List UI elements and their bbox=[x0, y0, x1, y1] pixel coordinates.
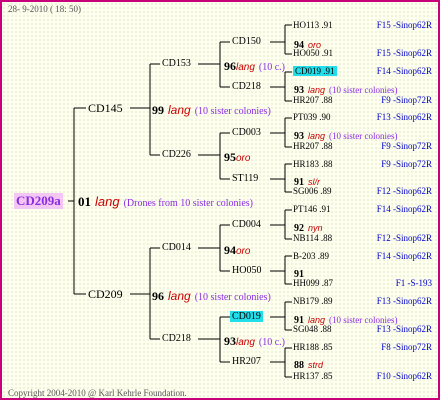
queen-hr207[interactable]: HR207 bbox=[232, 356, 261, 367]
gen4-queen[interactable]: CD019 .91 bbox=[293, 66, 337, 76]
cd218-race: lang bbox=[236, 337, 255, 348]
copyright-footer: Copyright 2004-2010 @ Karl Kehrle Founda… bbox=[8, 388, 187, 398]
cd153-race: lang bbox=[236, 62, 255, 73]
pedigree-frame: 28- 9-2010 ( 18: 50) Copyright 2004-2010… bbox=[0, 0, 440, 400]
gen4-reference[interactable]: F10 -Sinop62R bbox=[352, 371, 432, 381]
queen-cd145[interactable]: CD145 bbox=[88, 101, 123, 116]
gen4-reference[interactable]: F14 -Sinop62R bbox=[352, 204, 432, 214]
root-year: 01 bbox=[78, 194, 91, 209]
cd145-note: (10 sister colonies) bbox=[194, 106, 271, 117]
cd145-year: 99 bbox=[152, 103, 164, 117]
cd153-year: 96 bbox=[224, 59, 236, 73]
root-race: lang bbox=[95, 194, 120, 209]
queen-cd014[interactable]: CD014 bbox=[162, 242, 191, 253]
gen4-reference[interactable]: F15 -Sinop62R bbox=[352, 48, 432, 58]
queen-cd209[interactable]: CD209 bbox=[88, 287, 123, 302]
cd209-race: lang bbox=[168, 289, 191, 303]
gen4-queen[interactable]: HH099 .87 bbox=[293, 278, 333, 288]
queen-cd019[interactable]: CD019 bbox=[230, 311, 263, 322]
cd014-year: 94 bbox=[224, 243, 236, 257]
gen4-queen[interactable]: B-203 .89 bbox=[293, 251, 329, 261]
gen4-reference[interactable]: F14 -Sinop62R bbox=[352, 251, 432, 261]
cd209-year: 96 bbox=[152, 289, 164, 303]
cd218-g3-note: (10 sister colonies) bbox=[329, 85, 398, 95]
gen4-queen[interactable]: PT146 .91 bbox=[293, 204, 331, 214]
root-mating-info: 01 lang (Drones from 10 sister colonies) bbox=[78, 193, 253, 211]
gen4-queen[interactable]: HO050 .91 bbox=[293, 48, 333, 58]
gen4-reference[interactable]: F13 -Sinop62R bbox=[352, 324, 432, 334]
queen-root[interactable]: CD209a bbox=[14, 193, 63, 209]
gen4-queen[interactable]: NB179 .89 bbox=[293, 296, 333, 306]
cd145-mating-info: 99 lang (10 sister colonies) bbox=[152, 101, 271, 119]
cd218-g3-race: lang bbox=[308, 85, 326, 95]
queen-ho050[interactable]: HO050 bbox=[232, 265, 261, 276]
date-header: 28- 9-2010 ( 18: 50) bbox=[8, 4, 81, 14]
cd226-year: 95 bbox=[224, 150, 236, 164]
queen-cd150[interactable]: CD150 bbox=[232, 36, 261, 47]
queen-cd226[interactable]: CD226 bbox=[162, 149, 191, 160]
gen4-queen[interactable]: HR207 .88 bbox=[293, 141, 333, 151]
cd226-race: oro bbox=[236, 153, 251, 164]
gen4-reference[interactable]: F8 -Sinop72R bbox=[352, 342, 432, 352]
gen4-queen[interactable]: HR207 .88 bbox=[293, 95, 333, 105]
gen4-queen[interactable]: PT039 .90 bbox=[293, 112, 331, 122]
gen4-queen[interactable]: SG006 .89 bbox=[293, 186, 332, 196]
cd153-note: (10 c.) bbox=[258, 62, 286, 73]
hr207-race: strd bbox=[308, 360, 324, 370]
gen4-reference[interactable]: F13 -Sinop62R bbox=[352, 296, 432, 306]
cd004-race: nyn bbox=[308, 223, 323, 233]
gen4-reference[interactable]: F13 -Sinop62R bbox=[352, 112, 432, 122]
cd218-note: (10 c.) bbox=[258, 337, 286, 348]
queen-st119[interactable]: ST119 bbox=[232, 173, 258, 184]
cd209-note: (10 sister colonies) bbox=[194, 292, 271, 303]
gen4-queen[interactable]: HR188 .85 bbox=[293, 342, 333, 352]
gen4-reference[interactable]: F9 -Sinop72R bbox=[352, 141, 432, 151]
cd003-race: lang bbox=[308, 131, 326, 141]
cd014-mating-info: 94oro bbox=[224, 241, 250, 259]
cd014-race: oro bbox=[236, 246, 251, 257]
cd003-note: (10 sister colonies) bbox=[329, 131, 398, 141]
cd226-mating-info: 95oro bbox=[224, 148, 250, 166]
queen-cd218[interactable]: CD218 bbox=[162, 333, 191, 344]
root-note: (Drones from 10 sister colonies) bbox=[123, 198, 253, 209]
gen4-reference[interactable]: F1 -S-193 bbox=[352, 278, 432, 288]
queen-cd003[interactable]: CD003 bbox=[232, 127, 261, 138]
cd218-year: 93 bbox=[224, 334, 236, 348]
gen4-reference[interactable]: F15 -Sinop62R bbox=[352, 20, 432, 30]
queen-cd153[interactable]: CD153 bbox=[162, 58, 191, 69]
cd153-mating-info: 96lang (10 c.) bbox=[224, 57, 285, 75]
gen4-reference[interactable]: F12 -Sinop62R bbox=[352, 233, 432, 243]
gen4-queen[interactable]: NB114 .88 bbox=[293, 233, 332, 243]
cd145-race: lang bbox=[168, 103, 191, 117]
hr207-year: 88 bbox=[294, 360, 304, 371]
queen-cd218-g3[interactable]: CD218 bbox=[232, 81, 261, 92]
cd218-mating-info: 93lang (10 c.) bbox=[224, 332, 285, 350]
gen4-reference[interactable]: F9 -Sinop72R bbox=[352, 95, 432, 105]
gen4-queen[interactable]: HO113 .91 bbox=[293, 20, 333, 30]
gen4-reference[interactable]: F14 -Sinop62R bbox=[352, 66, 432, 76]
gen4-reference[interactable]: F12 -Sinop62R bbox=[352, 186, 432, 196]
gen4-reference[interactable]: F9 -Sinop72R bbox=[352, 159, 432, 169]
queen-cd004[interactable]: CD004 bbox=[232, 219, 261, 230]
gen4-queen[interactable]: HR137 .85 bbox=[293, 371, 333, 381]
cd209-mating-info: 96 lang (10 sister colonies) bbox=[152, 287, 271, 305]
gen4-queen[interactable]: HR183 .88 bbox=[293, 159, 333, 169]
gen4-queen[interactable]: SG048 .88 bbox=[293, 324, 332, 334]
